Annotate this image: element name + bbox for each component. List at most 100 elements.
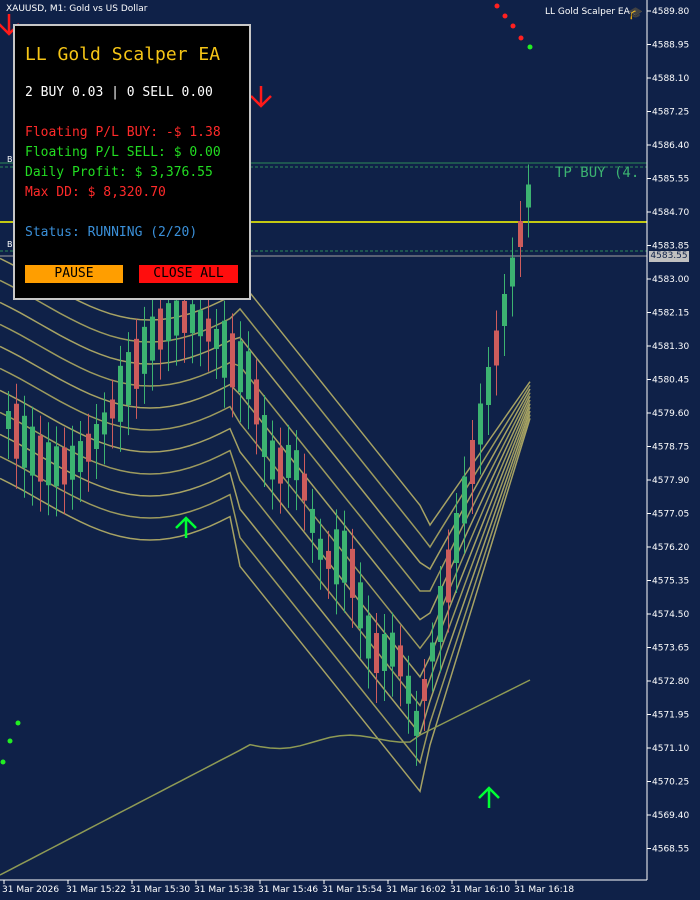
candle-body <box>342 530 347 583</box>
status-text: Status: RUNNING (2/20) <box>25 225 198 240</box>
y-tick-label: 4577.90 <box>652 476 689 486</box>
pause-button[interactable]: PAUSE <box>25 265 123 283</box>
candle-body <box>374 633 379 674</box>
y-tick-label: 4588.95 <box>652 41 689 51</box>
candle-body <box>462 476 467 524</box>
candle-body <box>470 440 475 484</box>
candle-body <box>486 367 491 405</box>
candle-body <box>70 445 75 480</box>
y-tick-label: 4568.55 <box>652 845 689 855</box>
candle-body <box>102 412 107 435</box>
ea-name-label: LL Gold Scalper EA <box>545 7 630 17</box>
candle-body <box>134 338 139 389</box>
candle-body <box>246 351 251 400</box>
candle-body <box>94 424 99 450</box>
graduation-cap-icon[interactable]: 🎓 <box>628 6 643 20</box>
candle-body <box>510 257 515 287</box>
buy-marker-b: B <box>7 155 13 164</box>
candle-body <box>254 379 259 425</box>
y-tick-label: 4579.60 <box>652 409 689 419</box>
candle-body <box>318 538 323 560</box>
candle-body <box>358 582 363 629</box>
candle-body <box>206 318 211 342</box>
floating-pl-sell: Floating P/L SELL: $ 0.00 <box>25 145 221 160</box>
y-tick-label: 4577.05 <box>652 510 689 520</box>
y-tick-label: 4576.20 <box>652 543 689 553</box>
candle-body <box>230 333 235 388</box>
candle-body <box>150 316 155 361</box>
tp-buy-label: TP BUY (4. <box>555 165 640 181</box>
candle-body <box>198 310 203 337</box>
signal-dot <box>15 720 21 726</box>
y-tick-label: 4578.75 <box>652 443 689 453</box>
candle-body <box>430 642 435 662</box>
candle-body <box>86 433 91 462</box>
x-tick-label: 31 Mar 15:22 <box>66 885 126 895</box>
candle-body <box>118 365 123 422</box>
candle-body <box>398 645 403 677</box>
y-tick-label: 4584.70 <box>652 208 689 218</box>
candle-body <box>6 411 11 429</box>
signal-dot <box>527 44 533 50</box>
y-tick-label: 4574.50 <box>652 610 689 620</box>
signal-dot <box>510 23 516 29</box>
buy-marker-b: B <box>7 240 13 249</box>
candle-body <box>446 549 451 603</box>
signal-dot <box>494 3 500 9</box>
y-tick-label: 4585.55 <box>652 175 689 185</box>
candle-body <box>526 184 531 208</box>
candle-body <box>270 440 275 480</box>
x-tick-label: 31 Mar 15:54 <box>322 885 382 895</box>
signal-dot <box>502 13 508 19</box>
max-drawdown: Max DD: $ 8,320.70 <box>25 185 166 200</box>
candle-body <box>30 426 35 476</box>
y-tick-label: 4589.80 <box>652 7 689 17</box>
y-tick-label: 4586.40 <box>652 141 689 151</box>
candle-body <box>190 304 195 334</box>
current-price-tag: 4583.55 <box>649 251 689 262</box>
x-tick-label: 31 Mar 16:18 <box>514 885 574 895</box>
candle-body <box>38 435 43 482</box>
y-tick-label: 4570.25 <box>652 778 689 788</box>
candle-body <box>502 294 507 326</box>
x-tick-label: 31 Mar 16:10 <box>450 885 510 895</box>
ea-panel: LL Gold Scalper EA 2 BUY 0.03 | 0 SELL 0… <box>13 24 251 300</box>
y-tick-label: 4575.35 <box>652 577 689 587</box>
y-tick-label: 4580.45 <box>652 376 689 386</box>
candle-body <box>518 221 523 247</box>
candle-body <box>494 330 499 366</box>
candle-body <box>478 403 483 445</box>
candle-body <box>454 513 459 563</box>
candle-body <box>286 444 291 478</box>
y-tick-label: 4572.80 <box>652 677 689 687</box>
candle-body <box>214 328 219 349</box>
candle-body <box>158 308 163 350</box>
candle-body <box>110 399 115 419</box>
candle-body <box>142 326 147 374</box>
candle-body <box>262 415 267 458</box>
x-tick-label: 31 Mar 15:46 <box>258 885 318 895</box>
signal-dot <box>0 759 6 765</box>
candle-body <box>174 300 179 336</box>
signal-dot <box>518 35 524 41</box>
y-tick-label: 4573.65 <box>652 644 689 654</box>
candle-body <box>62 447 67 485</box>
candle-body <box>294 450 299 481</box>
x-tick-label: 31 Mar 16:02 <box>386 885 446 895</box>
signal-dot <box>7 738 13 744</box>
y-tick-label: 4571.10 <box>652 744 689 754</box>
candle-body <box>350 548 355 598</box>
candle-body <box>46 442 51 486</box>
candle-body <box>22 415 27 468</box>
candle-body <box>166 303 171 342</box>
x-tick-label: 31 Mar 15:38 <box>194 885 254 895</box>
candle-body <box>14 403 19 459</box>
y-tick-label: 4587.25 <box>652 108 689 118</box>
candle-body <box>182 300 187 333</box>
candle-body <box>422 679 427 701</box>
candle-body <box>406 675 411 704</box>
close-all-button[interactable]: CLOSE ALL <box>139 265 238 283</box>
candle-body <box>126 352 131 406</box>
candle-body <box>78 441 83 473</box>
x-tick-label: 31 Mar 15:30 <box>130 885 190 895</box>
